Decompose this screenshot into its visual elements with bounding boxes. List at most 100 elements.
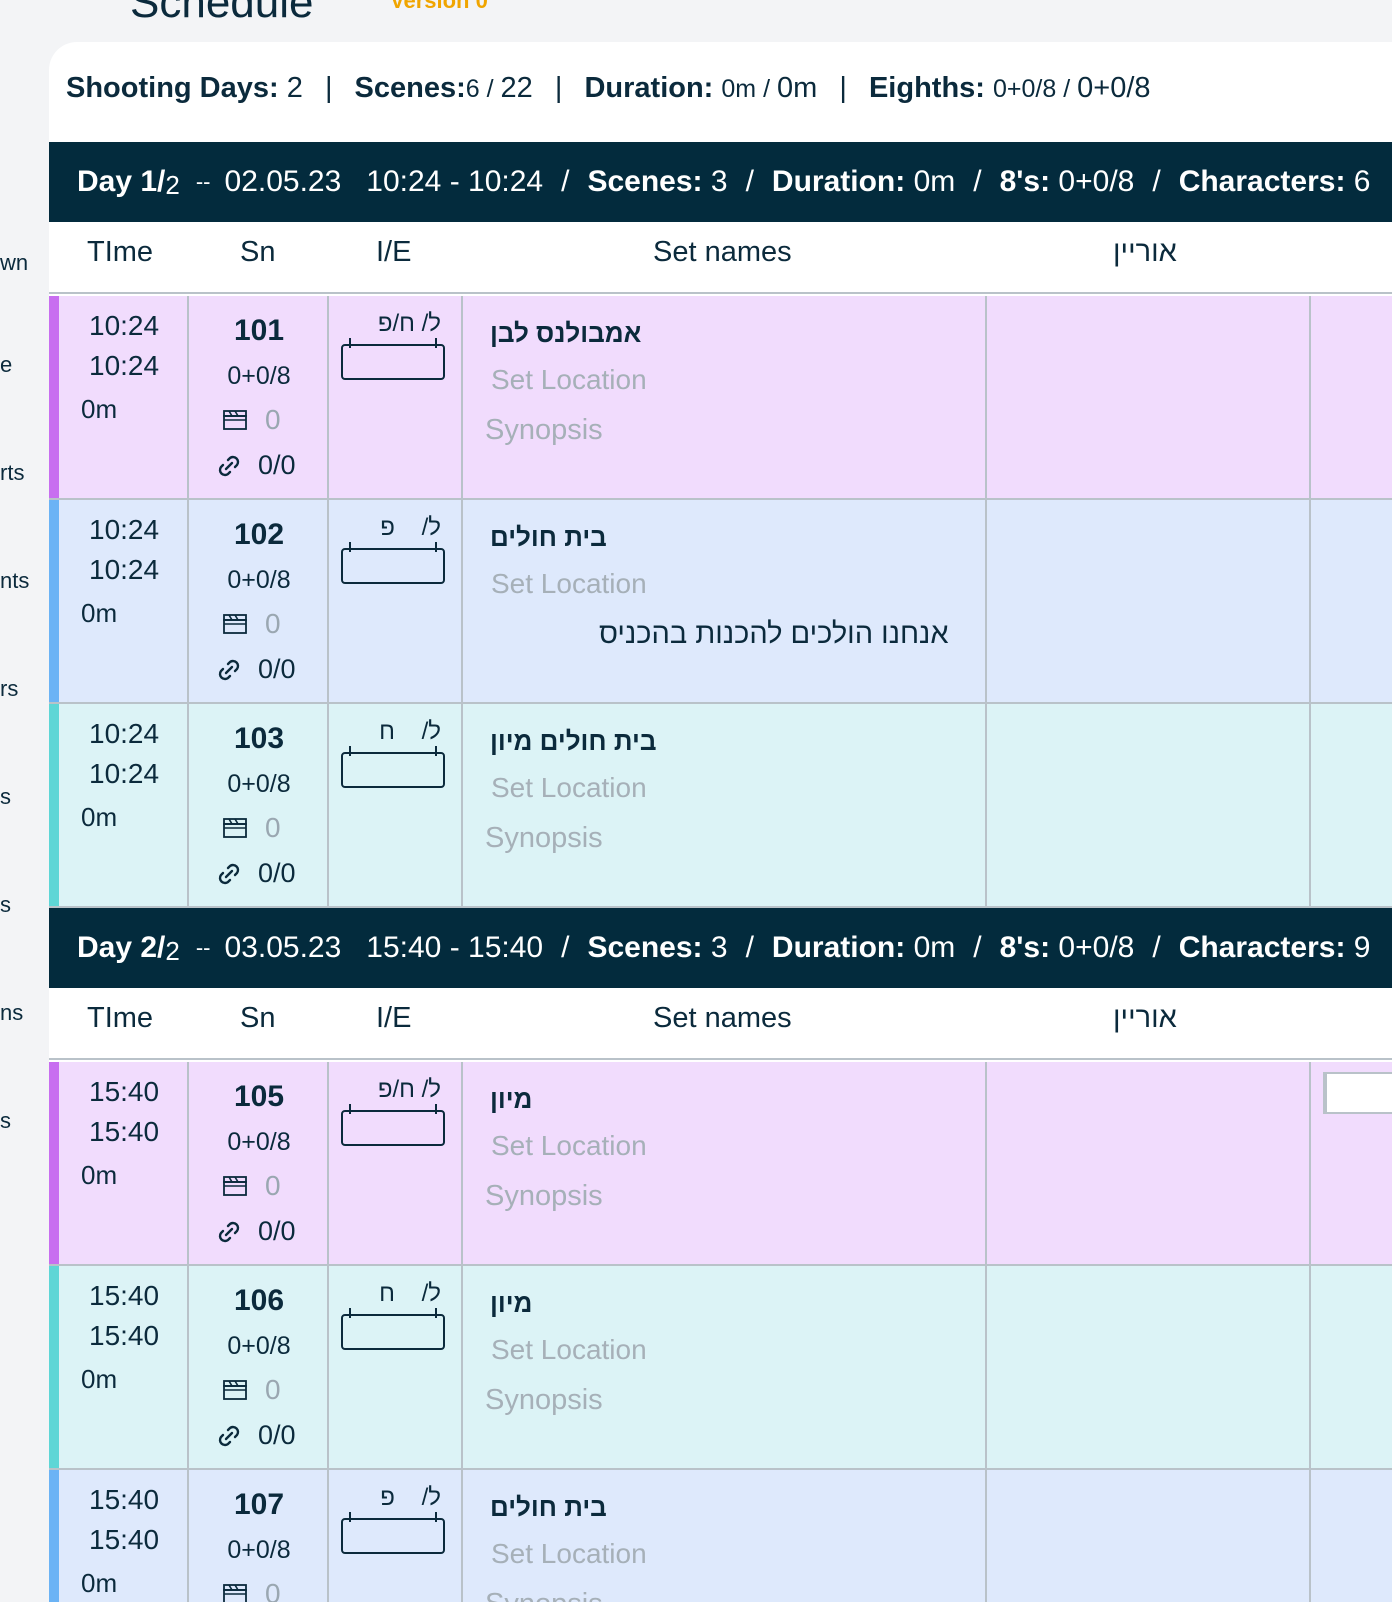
scene-start-time[interactable]: 10:24 — [89, 310, 159, 342]
links-count: 0/0 — [258, 1420, 296, 1450]
set-name[interactable]: בית חולים מיון — [490, 726, 656, 757]
day-header[interactable]: Day 1/2 -- 02.05.23 10:24 - 10:24/Scenes: … — [49, 142, 1392, 222]
scene-start-time[interactable]: 10:24 — [89, 514, 159, 546]
ie-select[interactable] — [341, 746, 445, 788]
sidebar-item[interactable]: e — [0, 352, 12, 378]
scene-color-bar — [49, 296, 59, 498]
set-name[interactable]: אמבולנס לבן — [490, 318, 641, 349]
day-eighths-label: 8's: — [999, 165, 1051, 198]
set-location[interactable]: Set Location — [491, 772, 647, 804]
scene-number[interactable]: 101 — [189, 314, 329, 348]
scene-start-time[interactable]: 10:24 — [89, 718, 159, 750]
summary-separator: | — [554, 72, 563, 104]
day-label: Day 2/ — [77, 931, 166, 964]
summary-separator: | — [324, 72, 333, 104]
column-divider — [461, 1062, 463, 1264]
ie-select[interactable] — [341, 1308, 445, 1350]
scene-end-time[interactable]: 10:24 — [89, 758, 159, 790]
scene-row[interactable]: 15:40 15:40 0m 105 0+0/8 0 0/0 ל/ ח/פ מיון Set Lo… — [49, 1062, 1392, 1266]
link-icon[interactable] — [215, 656, 243, 684]
synopsis[interactable]: Synopsis — [485, 1588, 603, 1602]
scene-row[interactable]: 15:4015:400m1070+0/800/0ל/ פבית חוליםSet… — [49, 1470, 1392, 1602]
sidebar-item[interactable]: wn — [0, 250, 28, 276]
column-sn[interactable]: Sn — [240, 236, 275, 269]
day-header[interactable]: Day 2/2 -- 03.05.23 15:40 - 15:40/Scenes: … — [49, 908, 1392, 988]
day-characters-label: Characters: — [1178, 165, 1346, 198]
scene-eighths[interactable]: 0+0/8 — [189, 362, 329, 391]
column-character[interactable]: אוריין — [1113, 236, 1177, 269]
synopsis[interactable]: Synopsis — [485, 1384, 603, 1417]
scene-number[interactable]: 103 — [189, 722, 329, 756]
set-location[interactable]: Set Location — [491, 1130, 647, 1162]
scene-start-time[interactable]: 15:40 — [89, 1076, 159, 1108]
synopsis[interactable]: אנחנו הולכים להכנות בהכניס — [599, 618, 949, 651]
summary-value: 2 — [286, 72, 303, 104]
ie-select[interactable] — [341, 1104, 445, 1146]
column-ie[interactable]: I/E — [376, 1002, 411, 1035]
set-name[interactable]: מיון — [490, 1288, 532, 1319]
scene-end-time[interactable]: 15:40 — [89, 1116, 159, 1148]
synopsis[interactable]: Synopsis — [485, 414, 603, 447]
column-set-names[interactable]: Set names — [653, 1002, 792, 1035]
schedule-panel: Shooting Days: 2 | Scenes:6 / 22 | Durat… — [49, 42, 1392, 1602]
scene-start-time[interactable]: 15:40 — [89, 1280, 159, 1312]
scene-number[interactable]: 102 — [189, 518, 329, 552]
ie-select[interactable] — [341, 1512, 445, 1554]
column-ie[interactable]: I/E — [376, 236, 411, 269]
sidebar-item[interactable]: nts — [0, 568, 29, 594]
scene-end-time[interactable]: 15:40 — [89, 1320, 159, 1352]
day-of: 2 — [165, 169, 180, 200]
column-time[interactable]: TIme — [87, 236, 153, 269]
column-set-names[interactable]: Set names — [653, 236, 792, 269]
scene-number[interactable]: 105 — [189, 1080, 329, 1114]
scene-start-time[interactable]: 15:40 — [89, 1484, 159, 1516]
scene-duration: 0m — [81, 1364, 118, 1394]
link-icon[interactable] — [215, 1218, 243, 1246]
summary-value: 0+0/8 / — [993, 75, 1078, 103]
day-eighths-label: 8's: — [999, 931, 1051, 964]
scene-row[interactable]: 15:40 15:40 0m 106 0+0/8 0 0/0 ל/ ח מיון Set Loca… — [49, 1266, 1392, 1470]
set-location[interactable]: Set Location — [491, 1538, 647, 1570]
scene-row[interactable]: 10:24 10:24 0m 103 0+0/8 0 0/0 ל/ ח בית חולים מי… — [49, 704, 1392, 908]
day-duration-value: 0m — [905, 165, 956, 198]
sidebar-item[interactable]: ns — [0, 1000, 23, 1026]
scene-eighths[interactable]: 0+0/8 — [189, 770, 329, 799]
synopsis[interactable]: Synopsis — [485, 822, 603, 855]
set-location[interactable]: Set Location — [491, 568, 647, 600]
sidebar-item[interactable]: s — [0, 784, 11, 810]
column-character[interactable]: אוריין — [1113, 1002, 1177, 1035]
column-sn[interactable]: Sn — [240, 1002, 275, 1035]
scene-end-time[interactable]: 10:24 — [89, 350, 159, 382]
column-time[interactable]: TIme — [87, 1002, 153, 1035]
link-icon[interactable] — [215, 860, 243, 888]
set-location[interactable]: Set Location — [491, 364, 647, 396]
sidebar-item[interactable]: s — [0, 892, 11, 918]
sidebar-item[interactable]: rs — [0, 676, 18, 702]
scene-end-time[interactable]: 10:24 — [89, 554, 159, 586]
set-name[interactable]: מיון — [490, 1084, 532, 1115]
scene-eighths[interactable]: 0+0/8 — [189, 1332, 329, 1361]
clapperboard-icon — [223, 1584, 247, 1602]
link-icon[interactable] — [215, 452, 243, 480]
set-name[interactable]: בית חולים — [490, 522, 607, 553]
set-location[interactable]: Set Location — [491, 1334, 647, 1366]
scene-number[interactable]: 106 — [189, 1284, 329, 1318]
scene-number[interactable]: 107 — [189, 1488, 329, 1522]
sidebar-item[interactable]: s — [0, 1108, 11, 1134]
scene-eighths[interactable]: 0+0/8 — [189, 1536, 329, 1565]
scene-end-time[interactable]: 15:40 — [89, 1524, 159, 1556]
version-label[interactable]: Version 0 — [390, 0, 488, 14]
ie-select[interactable] — [341, 338, 445, 380]
ie-select[interactable] — [341, 542, 445, 584]
scene-row[interactable]: 10:24 10:24 0m 101 0+0/8 0 0/0 ל/ ח/פ אמבולנס לב… — [49, 296, 1392, 500]
set-name[interactable]: בית חולים — [490, 1492, 607, 1523]
scene-eighths[interactable]: 0+0/8 — [189, 566, 329, 595]
synopsis[interactable]: Synopsis — [485, 1180, 603, 1213]
scene-eighths[interactable]: 0+0/8 — [189, 1128, 329, 1157]
links-count: 0/0 — [258, 654, 296, 684]
summary-label: Eighths: — [868, 72, 985, 104]
sidebar-item[interactable]: rts — [0, 460, 24, 486]
link-icon[interactable] — [215, 1422, 243, 1450]
scene-row[interactable]: 10:24 10:24 0m 102 0+0/8 0 0/0 ל/ פ בית חולים Set… — [49, 500, 1392, 704]
character-chip[interactable]: אחות — [1323, 1072, 1392, 1114]
